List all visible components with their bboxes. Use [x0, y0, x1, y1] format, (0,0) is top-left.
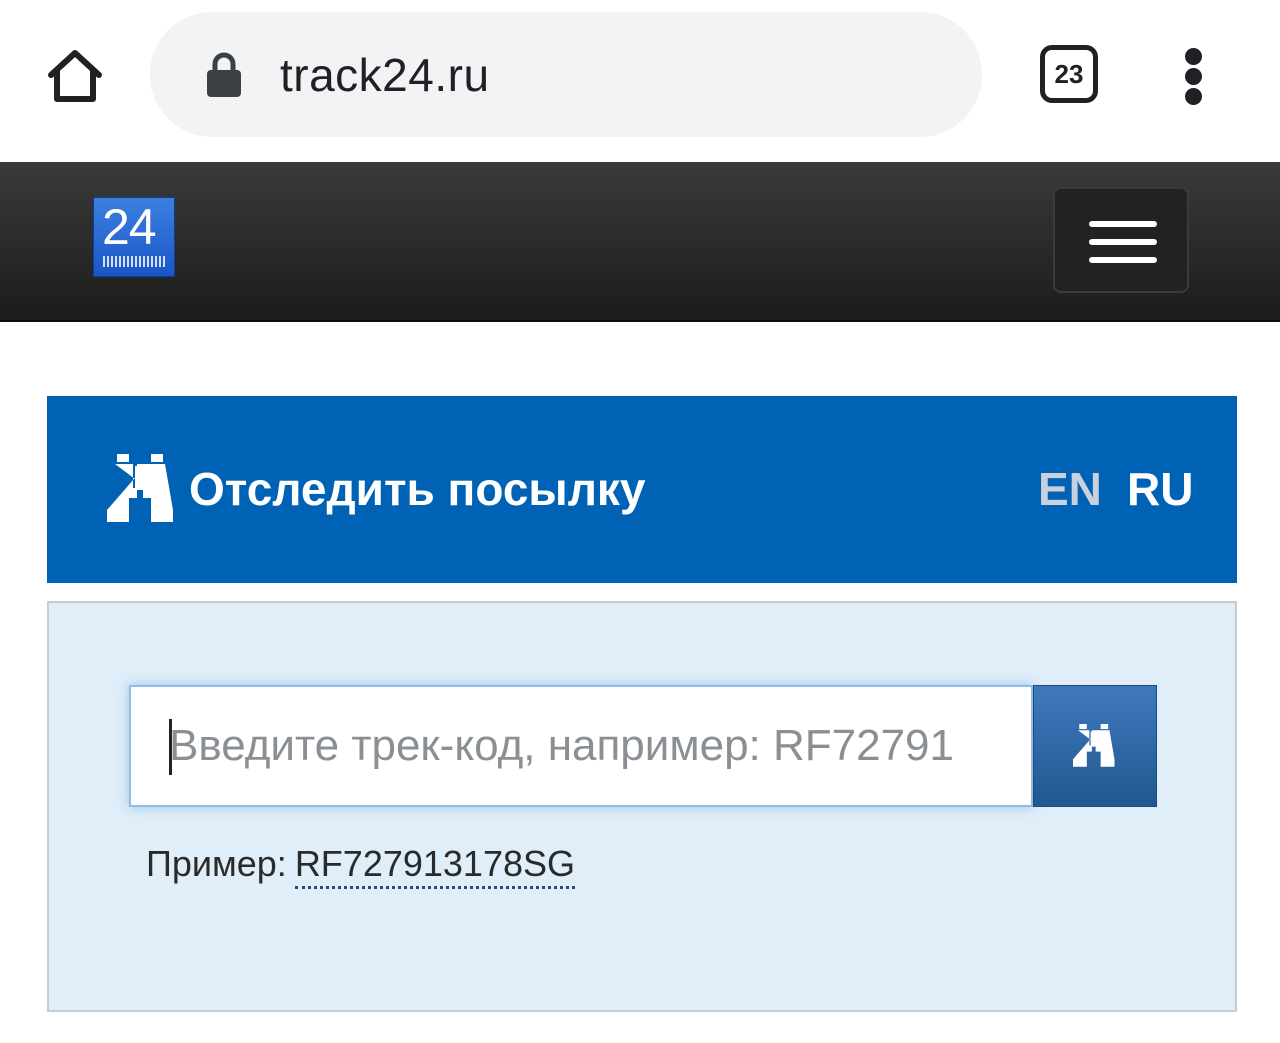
track-input-container — [129, 685, 1033, 807]
example-label: Пример: — [146, 843, 287, 884]
browser-toolbar: track24.ru 23 — [0, 0, 1280, 162]
panel-title: Отследить посылку — [189, 463, 646, 515]
text-caret — [169, 719, 172, 775]
home-icon — [48, 50, 102, 102]
lang-en-link[interactable]: EN — [1038, 462, 1102, 516]
site-logo[interactable]: 24 — [93, 197, 175, 277]
tracker-panel-header: Отследить посылку EN RU — [47, 396, 1237, 583]
example-code-link[interactable]: RF727913178SG — [294, 843, 576, 889]
binoculars-icon — [107, 454, 173, 522]
lock-icon — [207, 52, 241, 97]
browser-menu-button[interactable] — [1176, 46, 1212, 106]
logo-text: 24 — [102, 199, 157, 255]
tab-count: 23 — [1054, 58, 1084, 89]
barcode-graphic — [103, 256, 165, 267]
lang-ru-link[interactable]: RU — [1127, 462, 1193, 516]
address-bar[interactable]: track24.ru — [150, 12, 982, 137]
tab-switcher-button[interactable]: 23 — [1040, 45, 1098, 103]
url-text: track24.ru — [280, 49, 490, 101]
nav-menu-button[interactable] — [1053, 187, 1189, 293]
track-code-input[interactable] — [131, 687, 1031, 805]
binoculars-icon — [1073, 724, 1115, 767]
site-header: 24 — [0, 162, 1280, 322]
example-row: Пример: RF727913178SG — [146, 843, 576, 889]
tracker-panel-body: Пример:RF727913178SG — [47, 601, 1237, 1012]
home-button[interactable] — [40, 42, 110, 108]
track-search-button[interactable] — [1033, 685, 1157, 807]
